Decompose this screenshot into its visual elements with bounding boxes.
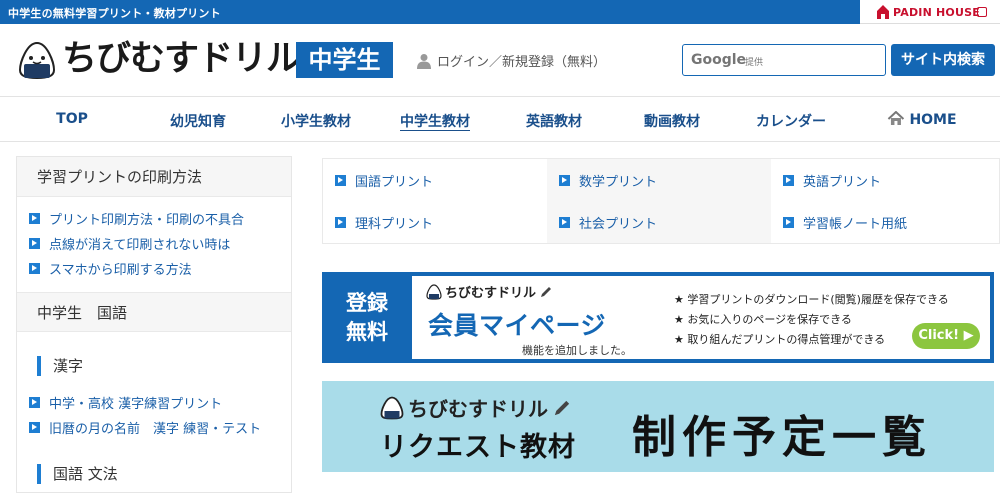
arrow-square-icon [29, 213, 40, 224]
nav-elementary[interactable]: 小学生教材 [281, 111, 351, 131]
home-icon [887, 111, 905, 125]
banner-mini-logo: ちびむすドリル [380, 393, 572, 422]
arrow-square-icon [29, 263, 40, 274]
top-bar-text: 中学生の無料学習プリント・教材プリント [8, 7, 221, 20]
request-materials-title: リクエスト教材 [380, 432, 576, 463]
nav-home[interactable]: HOME [887, 111, 957, 128]
grammar-section-title: 国語 文法 [37, 464, 118, 484]
arrow-square-icon [335, 174, 346, 186]
japanese-subject-heading: 中学生 国語 [17, 292, 291, 332]
banner-mini-logo: ちびむすドリル [426, 282, 553, 301]
house-logo-icon [877, 5, 889, 19]
sidebar-link-smartphone-print[interactable]: スマホから印刷する方法 [29, 259, 192, 278]
nav-calendar[interactable]: カレンダー [756, 111, 826, 131]
top-bar: 中学生の無料学習プリント・教材プリント [0, 0, 1000, 24]
pencil-icon [541, 286, 552, 297]
nav-top[interactable]: TOP [56, 111, 88, 127]
kanji-section-title: 漢字 [37, 356, 83, 376]
subject-link-social[interactable]: 社会プリント [547, 201, 771, 243]
pencil-icon [554, 400, 570, 415]
sidebar-link-lunar-months[interactable]: 旧暦の月の名前 漢字 練習・テスト [29, 418, 261, 437]
nav-home-label: HOME [909, 112, 957, 128]
member-page-title: 会員マイページ [428, 311, 607, 340]
arrow-square-icon [783, 174, 794, 186]
arrow-square-icon [559, 174, 570, 186]
sidebar-link-dotted-lines[interactable]: 点線が消えて印刷されない時は [29, 234, 230, 253]
member-page-banner[interactable]: 登録 無料 ちびむすドリル 会員マイページ 機能を追加しました。 ★ 学習プリン… [322, 272, 994, 363]
padin-house-link[interactable]: PADIN HOUSE [860, 0, 1000, 24]
site-logo-text[interactable]: ちびむすドリル [62, 36, 301, 82]
subject-link-math[interactable]: 数学プリント [547, 159, 771, 201]
login-link[interactable]: ログイン／新規登録（無料） [417, 51, 606, 70]
subject-links: 国語プリント 数学プリント 英語プリント 理科プリント 社会プリント 学習帳ノー… [322, 158, 1000, 244]
arrow-square-icon [783, 216, 794, 228]
subject-link-english[interactable]: 英語プリント [771, 159, 995, 201]
arrow-square-icon [29, 238, 40, 249]
onigiri-mascot-icon [18, 41, 56, 80]
google-label: Google [691, 52, 747, 68]
subject-link-notebook[interactable]: 学習帳ノート用紙 [771, 201, 995, 243]
member-banner-title-area: ちびむすドリル 会員マイページ 機能を追加しました。 [412, 276, 658, 359]
click-button[interactable]: Click! ▶ [912, 323, 980, 349]
feature-item: ★ 取り組んだプリントの得点管理ができる [674, 333, 886, 346]
onigiri-mascot-icon [380, 396, 404, 419]
grade-badge: 中学生 [296, 42, 393, 78]
member-features: ★ 学習プリントのダウンロード(閲覧)履歴を保存できる ★ お気に入りのページを… [658, 276, 990, 359]
person-icon [417, 53, 431, 69]
arrow-square-icon [335, 216, 346, 228]
padin-house-label: PADIN HOUSE [893, 6, 980, 19]
nav-infant[interactable]: 幼児知育 [170, 111, 226, 131]
arrow-square-icon [29, 397, 40, 408]
sidebar-link-kanji-practice[interactable]: 中学・高校 漢字練習プリント [29, 393, 222, 412]
nav-english[interactable]: 英語教材 [526, 111, 582, 131]
feature-item: ★ お気に入りのページを保存できる [674, 313, 852, 326]
arrow-square-icon [29, 422, 40, 433]
nav-junior-high[interactable]: 中学生教材 [400, 111, 470, 131]
nav-video[interactable]: 動画教材 [644, 111, 700, 131]
request-materials-banner[interactable]: ちびむすドリル リクエスト教材 制作予定一覧 [322, 381, 994, 472]
search-input[interactable]: Google 提供 [682, 44, 886, 76]
subject-link-japanese[interactable]: 国語プリント [323, 159, 547, 201]
member-page-caption: 機能を追加しました。 [522, 344, 632, 357]
sidebar: 学習プリントの印刷方法 プリント印刷方法・印刷の不具合 点線が消えて印刷されない… [16, 156, 292, 493]
external-link-icon [977, 7, 987, 17]
free-registration-label: 登録 無料 [346, 291, 388, 344]
login-label: ログイン／新規登録（無料） [437, 55, 607, 70]
print-method-heading: 学習プリントの印刷方法 [17, 157, 291, 197]
search-provided-label: 提供 [745, 58, 764, 68]
subject-link-science[interactable]: 理科プリント [323, 201, 547, 243]
main-nav: TOP 幼児知育 小学生教材 中学生教材 英語教材 動画教材 カレンダー HOM… [0, 96, 1000, 142]
site-search-button[interactable]: サイト内検索 [891, 44, 995, 76]
sidebar-link-print-method[interactable]: プリント印刷方法・印刷の不具合 [29, 209, 244, 228]
onigiri-mascot-icon [426, 283, 442, 300]
production-schedule-text: 制作予定一覧 [632, 412, 932, 463]
feature-item: ★ 学習プリントのダウンロード(閲覧)履歴を保存できる [674, 293, 949, 306]
arrow-square-icon [559, 216, 570, 228]
